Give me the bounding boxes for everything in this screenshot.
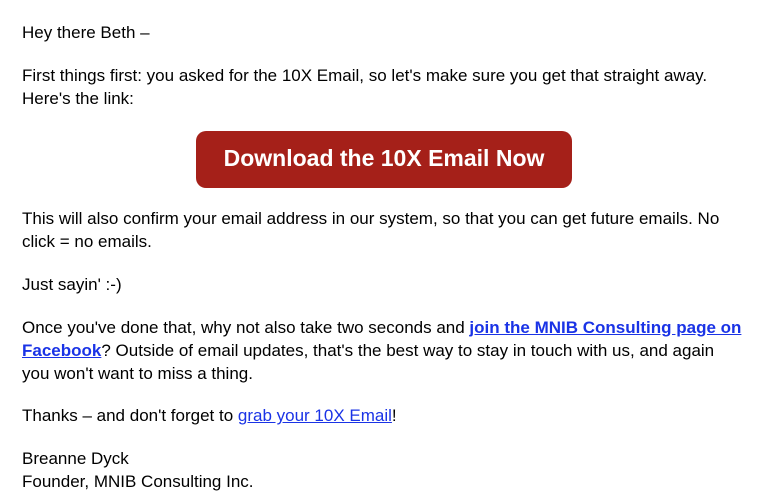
intro-paragraph: First things first: you asked for the 10… [22, 65, 746, 111]
facebook-prefix: Once you've done that, why not also take… [22, 318, 469, 337]
just-sayin-line: Just sayin' :-) [22, 274, 746, 297]
thanks-prefix: Thanks – and don't forget to [22, 406, 238, 425]
facebook-paragraph: Once you've done that, why not also take… [22, 317, 746, 386]
grab-10x-email-link[interactable]: grab your 10X Email [238, 406, 392, 425]
signature-block: Breanne Dyck Founder, MNIB Consulting In… [22, 448, 746, 494]
cta-row: Download the 10X Email Now [22, 131, 746, 188]
thanks-suffix: ! [392, 406, 397, 425]
greeting-line: Hey there Beth – [22, 22, 746, 45]
download-10x-email-button[interactable]: Download the 10X Email Now [196, 131, 573, 188]
facebook-suffix: ? Outside of email updates, that's the b… [22, 341, 714, 383]
confirm-paragraph: This will also confirm your email addres… [22, 208, 746, 254]
email-body: Hey there Beth – First things first: you… [0, 0, 768, 494]
signature-title: Founder, MNIB Consulting Inc. [22, 471, 746, 494]
signature-name: Breanne Dyck [22, 448, 746, 471]
thanks-paragraph: Thanks – and don't forget to grab your 1… [22, 405, 746, 428]
